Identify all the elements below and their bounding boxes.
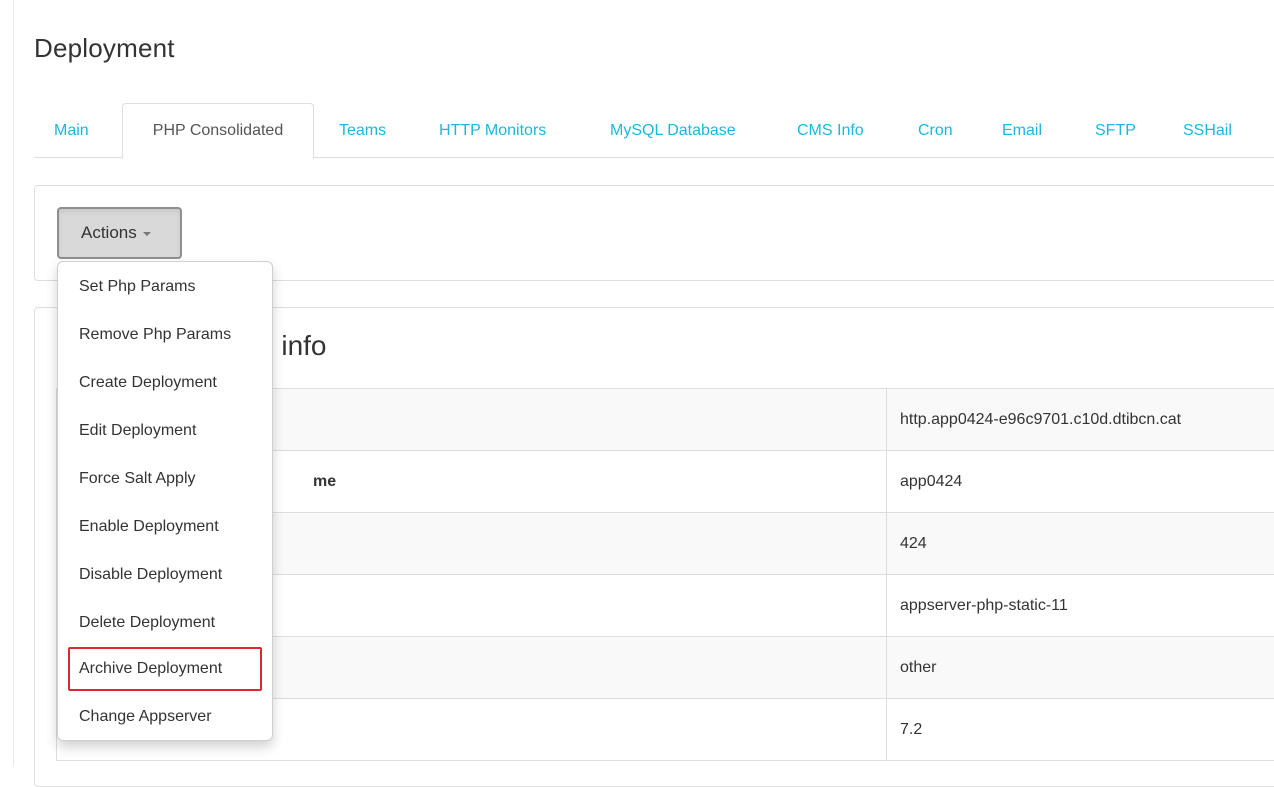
caret-down-icon [143, 232, 151, 236]
tab-email[interactable]: Email [1002, 103, 1042, 158]
menu-item-force-salt-apply[interactable]: Force Salt Apply [68, 457, 196, 501]
menu-item-archive-deployment[interactable]: Archive Deployment [68, 647, 262, 691]
menu-item-create-deployment[interactable]: Create Deployment [68, 361, 217, 405]
tab-cms-info[interactable]: CMS Info [797, 103, 864, 158]
menu-item-set-php-params[interactable]: Set Php Params [68, 265, 196, 309]
tab-http-monitors[interactable]: HTTP Monitors [439, 103, 546, 158]
menu-item-disable-deployment[interactable]: Disable Deployment [68, 553, 222, 597]
page-title: Deployment [34, 33, 175, 64]
tab-sshail[interactable]: SSHail [1183, 103, 1232, 158]
menu-item-enable-deployment[interactable]: Enable Deployment [68, 505, 219, 549]
info-value: 7.2 [887, 699, 1274, 761]
tab-sftp[interactable]: SFTP [1095, 103, 1136, 158]
info-value: other [887, 637, 1274, 699]
tab-teams[interactable]: Teams [339, 103, 386, 158]
menu-item-edit-deployment[interactable]: Edit Deployment [68, 409, 196, 453]
info-value: 424 [887, 513, 1274, 575]
actions-dropdown-button[interactable]: Actions [57, 207, 182, 259]
menu-item-delete-deployment[interactable]: Delete Deployment [68, 601, 215, 645]
menu-item-change-appserver[interactable]: Change Appserver [68, 695, 212, 739]
info-value: app0424 [887, 451, 1274, 513]
tab-cron[interactable]: Cron [918, 103, 953, 158]
tab-main[interactable]: Main [54, 103, 89, 158]
tab-mysql-database[interactable]: MySQL Database [610, 103, 736, 158]
actions-button-label: Actions [81, 223, 137, 242]
info-value: http.app0424-e96c9701.c10d.dtibcn.cat [887, 389, 1274, 451]
info-value: appserver-php-static-11 [887, 575, 1274, 637]
menu-item-remove-php-params[interactable]: Remove Php Params [68, 313, 231, 357]
tab-php-consolidated[interactable]: PHP Consolidated [122, 103, 314, 159]
actions-dropdown-menu: Set Php Params Remove Php Params Create … [57, 261, 273, 741]
tab-bar: Main PHP Consolidated Teams HTTP Monitor… [34, 103, 1274, 158]
left-border [13, 0, 14, 765]
